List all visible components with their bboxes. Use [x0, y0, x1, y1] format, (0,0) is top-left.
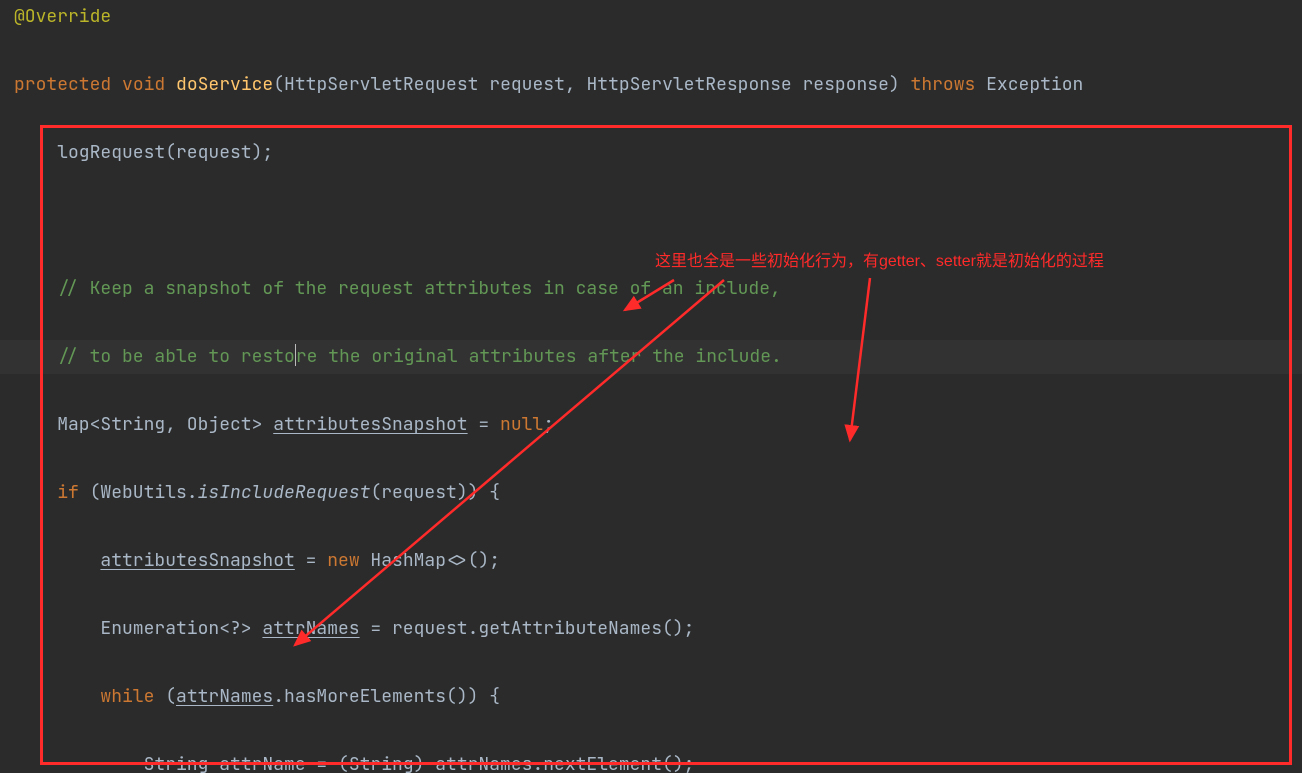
punct: =	[468, 413, 500, 436]
annotation-override: @Override	[14, 5, 111, 28]
code-line[interactable]: attributesSnapshot = new HashMap<>();	[0, 544, 1302, 578]
decl: Map<String, Object>	[57, 413, 273, 436]
punct: ,	[565, 73, 587, 96]
code-line[interactable]: Enumeration<?> attrNames = request.getAt…	[0, 612, 1302, 646]
punct: =	[295, 549, 327, 572]
var-attributesSnapshot: attributesSnapshot	[273, 413, 467, 436]
exception-type: Exception	[975, 73, 1083, 96]
kw-void: void	[122, 73, 165, 96]
code-line[interactable]: Map<String, Object> attributesSnapshot =…	[0, 408, 1302, 442]
text: HashMap<>();	[360, 549, 500, 572]
punct: )	[889, 73, 911, 96]
decl: String	[144, 753, 220, 773]
param-type: HttpServletRequest	[284, 73, 478, 96]
kw-new: new	[327, 549, 359, 572]
code-line-highlighted[interactable]: // to be able to restore the original at…	[0, 340, 1302, 374]
kw-while: while	[100, 685, 154, 708]
punct: (	[273, 73, 284, 96]
code-line[interactable]: while (attrNames.hasMoreElements()) {	[0, 680, 1302, 714]
var-attrName: attrName	[219, 753, 305, 773]
param-type: HttpServletResponse	[586, 73, 791, 96]
text: (WebUtils.	[79, 481, 198, 504]
var-attrNames: attrNames	[176, 685, 273, 708]
method-name: doService	[176, 73, 273, 96]
code-line[interactable]: // Keep a snapshot of the request attrib…	[0, 272, 1302, 306]
var-attrNames: attrNames	[262, 617, 359, 640]
text: .hasMoreElements()) {	[273, 685, 500, 708]
kw-protected: protected	[14, 73, 111, 96]
code-line[interactable]: logRequest(request);	[0, 136, 1302, 170]
punct: ;	[543, 413, 554, 436]
text: = request.getAttributeNames();	[360, 617, 695, 640]
text: (request)) {	[370, 481, 500, 504]
code-line[interactable]: protected void doService(HttpServletRequ…	[0, 68, 1302, 102]
var-attrNames: attrNames	[435, 753, 532, 773]
code-editor[interactable]: @Override protected void doService(HttpS…	[0, 0, 1302, 773]
code-line[interactable]	[0, 204, 1302, 238]
code-block[interactable]: @Override protected void doService(HttpS…	[0, 0, 1302, 773]
static-method: isIncludeRequest	[198, 481, 371, 504]
param-name: response	[803, 73, 889, 96]
param-name: request	[489, 73, 565, 96]
comment: // to be able to restore the original at…	[57, 345, 782, 368]
kw-throws: throws	[911, 73, 976, 96]
code-line[interactable]: String attrName = (String) attrNames.nex…	[0, 748, 1302, 773]
punct: (	[154, 685, 176, 708]
code-line[interactable]: @Override	[0, 0, 1302, 34]
var-attributesSnapshot: attributesSnapshot	[100, 549, 294, 572]
decl: Enumeration<?>	[100, 617, 262, 640]
text: = (String)	[306, 753, 436, 773]
comment: // Keep a snapshot of the request attrib…	[57, 277, 781, 300]
code-line[interactable]: if (WebUtils.isIncludeRequest(request)) …	[0, 476, 1302, 510]
stmt-logrequest: logRequest(request);	[57, 141, 273, 164]
kw-if: if	[57, 481, 79, 504]
text: .nextElement();	[532, 753, 694, 773]
kw-null: null	[500, 413, 543, 436]
